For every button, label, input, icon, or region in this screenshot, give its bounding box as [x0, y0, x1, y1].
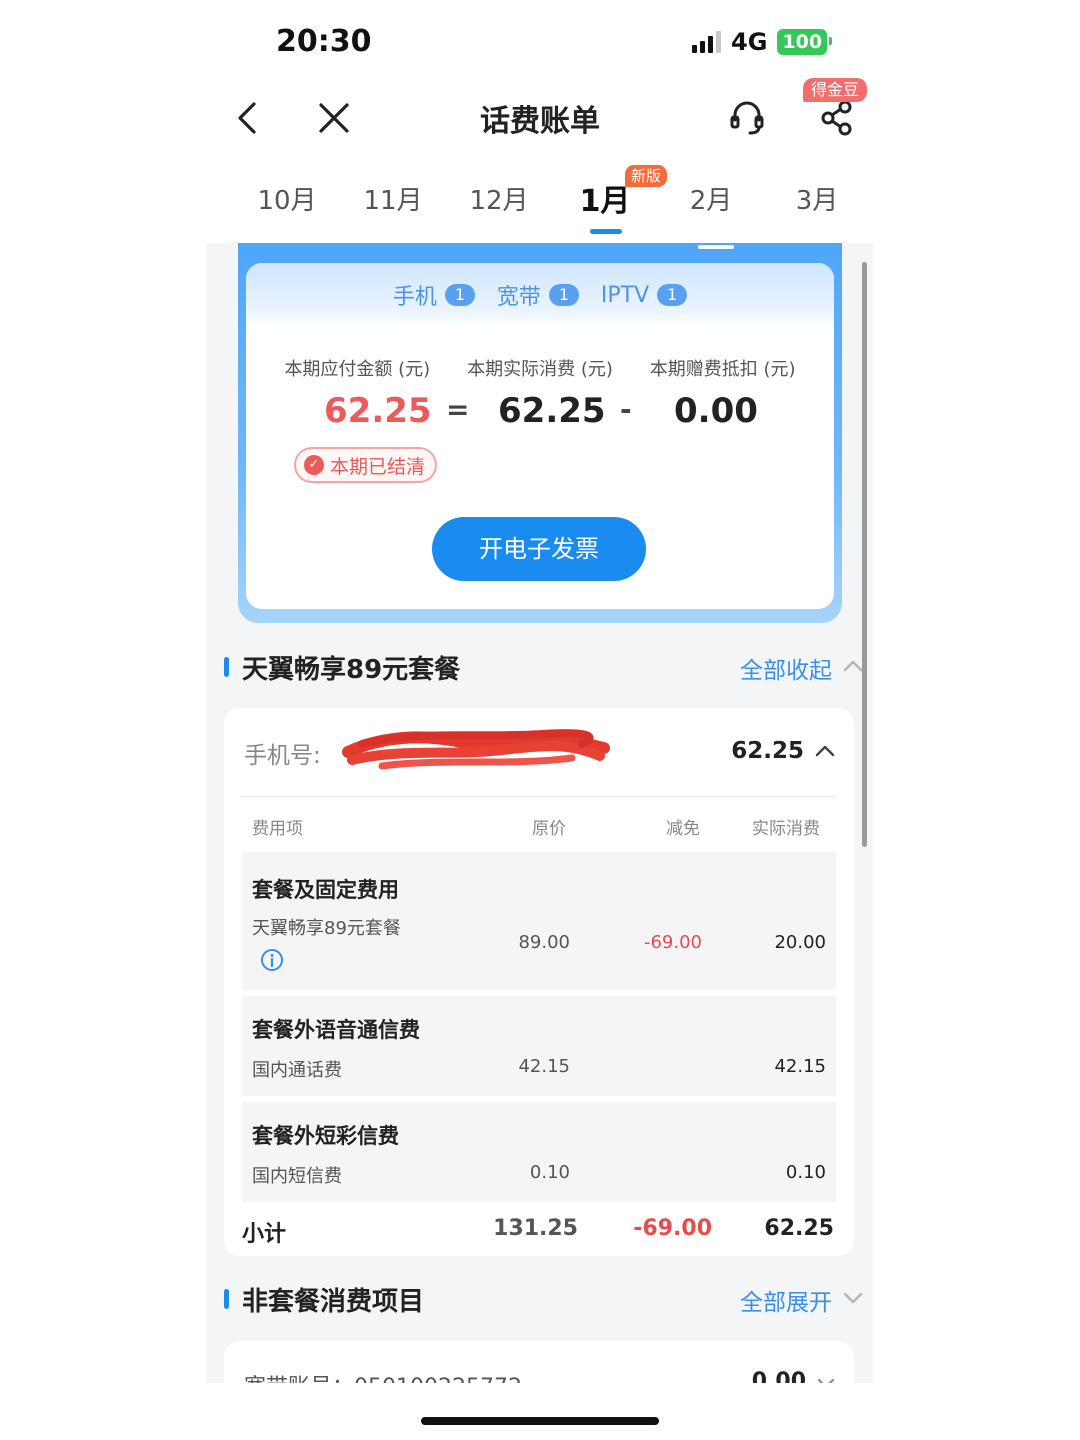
headset-icon[interactable] — [728, 98, 766, 136]
expand-all-link[interactable]: 全部展开 — [740, 1283, 832, 1317]
payable-label: 本期应付金额 (元) — [284, 359, 431, 380]
gift-amount: 0.00 — [674, 391, 758, 431]
network-type: 4G — [731, 28, 768, 56]
service-mobile[interactable]: 手机 1 — [393, 279, 475, 311]
summary-panel: 手机 1 宽带 1 IPTV 1 本期应付金额 (元) 本期实际消费 (元) 本… — [246, 263, 834, 609]
actual-amount: 62.25 — [498, 391, 606, 431]
subtotal-actual: 62.25 — [764, 1216, 834, 1241]
tab-february[interactable]: 2月 — [658, 180, 764, 217]
fee-title: 套餐外短彩信费 — [252, 1124, 399, 1148]
summary-card: 手机 1 宽带 1 IPTV 1 本期应付金额 (元) 本期实际消费 (元) 本… — [238, 243, 842, 623]
section-marker — [224, 657, 229, 677]
gold-bean-badge[interactable]: 得金豆 — [803, 78, 868, 102]
collapse-all-link[interactable]: 全部收起 — [740, 651, 832, 685]
home-indicator[interactable] — [421, 1417, 659, 1425]
scrollbar[interactable] — [862, 262, 867, 847]
chevron-down-icon[interactable] — [816, 1373, 836, 1383]
fee-original: 0.10 — [529, 1162, 570, 1183]
broadband-amount: 0.00 — [751, 1369, 806, 1383]
signal-icon — [692, 31, 721, 53]
service-count: 1 — [657, 284, 688, 306]
column-header-actual: 实际消费 — [752, 819, 820, 839]
service-label: 手机 — [392, 285, 437, 310]
back-icon[interactable] — [232, 98, 262, 138]
fee-actual: 42.15 — [774, 1056, 826, 1077]
status-indicators: 4G 100 — [692, 28, 832, 56]
bill-content: 手机 1 宽带 1 IPTV 1 本期应付金额 (元) 本期实际消费 (元) 本… — [206, 243, 873, 1383]
amount-row: 62.25 = 62.25 - 0.00 — [246, 391, 834, 441]
divider — [240, 796, 836, 797]
broadband-label: 宽带账号： — [244, 1375, 354, 1383]
chevron-up-icon[interactable] — [814, 740, 836, 762]
fee-subtitle: 国内短信费 — [252, 1166, 342, 1187]
section-marker — [224, 1289, 229, 1309]
service-broadband[interactable]: 宽带 1 — [497, 279, 579, 311]
close-icon[interactable] — [316, 100, 352, 136]
other-title: 非套餐消费项目 — [242, 1287, 425, 1317]
tab-december[interactable]: 12月 — [446, 180, 552, 217]
phone-number-label: 手机号: — [244, 743, 321, 769]
fee-row-package: 套餐及固定费用 天翼畅享89元套餐 89.00 -69.00 20.00 — [242, 852, 836, 990]
e-invoice-button[interactable]: 开电子发票 — [432, 517, 646, 581]
card-handle — [698, 245, 734, 249]
broadband-card[interactable]: 宽带账号：050100225772 0.00 — [224, 1341, 854, 1383]
status-time: 20:30 — [276, 24, 372, 59]
new-version-badge: 新版 — [625, 165, 668, 187]
fee-row-sms: 套餐外短彩信费 国内短信费 0.10 0.10 — [242, 1102, 836, 1202]
column-header-original: 原价 — [532, 819, 566, 839]
active-tab-indicator — [590, 229, 622, 234]
fee-title: 套餐外语音通信费 — [252, 1018, 420, 1042]
fee-discount: -69.00 — [643, 932, 702, 953]
package-title: 天翼畅享89元套餐 — [242, 655, 461, 685]
redacted-phone-number — [342, 729, 610, 770]
equals-sign: = — [446, 393, 470, 426]
info-icon[interactable] — [260, 948, 284, 972]
chevron-up-icon[interactable] — [842, 655, 864, 677]
column-header-discount: 减免 — [666, 819, 700, 839]
other-section-header: 非套餐消费项目 全部展开 — [224, 1281, 864, 1321]
month-tabs: 10月 11月 12月 1月 2月 3月 — [232, 180, 872, 240]
package-section-header: 天翼畅享89元套餐 全部收起 — [224, 649, 864, 689]
tab-march[interactable]: 3月 — [764, 180, 870, 217]
fee-subtitle: 天翼畅享89元套餐 — [252, 918, 401, 939]
subtotal-original: 131.25 — [493, 1216, 578, 1241]
share-icon[interactable] — [818, 98, 854, 136]
payable-amount: 62.25 — [324, 391, 432, 431]
tab-october[interactable]: 10月 — [234, 180, 340, 217]
chevron-down-icon[interactable] — [842, 1287, 864, 1309]
service-label: 宽带 — [496, 285, 541, 310]
fee-subtitle: 国内通话费 — [252, 1060, 342, 1081]
phone-amount: 62.25 — [731, 738, 804, 764]
broadband-account: 宽带账号：050100225772 — [244, 1369, 522, 1383]
column-header-item: 费用项 — [252, 819, 303, 839]
fee-row-voice: 套餐外语音通信费 国内通话费 42.15 42.15 — [242, 996, 836, 1096]
service-count: 1 — [548, 284, 579, 306]
service-label: IPTV — [600, 282, 650, 308]
service-count: 1 — [444, 284, 475, 306]
fee-title: 套餐及固定费用 — [252, 878, 399, 902]
check-icon: ✓ — [304, 455, 324, 475]
actual-label: 本期实际消费 (元) — [467, 359, 613, 380]
minus-sign: - — [620, 393, 632, 426]
subtotal-label: 小计 — [242, 1222, 287, 1247]
tab-november[interactable]: 11月 — [340, 180, 446, 217]
phone-bill-card: 手机号: 62.25 费用项 原价 减免 实际消费 套餐及固定费用 天翼畅享89… — [224, 708, 854, 1256]
service-tabs: 手机 1 宽带 1 IPTV 1 — [246, 263, 834, 327]
subtotal-discount: -69.00 — [633, 1216, 712, 1241]
settled-badge: ✓ 本期已结清 — [294, 447, 438, 483]
broadband-number: 050100225772 — [354, 1375, 522, 1383]
amount-labels: 本期应付金额 (元) 本期实际消费 (元) 本期赠费抵扣 (元) — [246, 355, 834, 381]
fee-actual: 20.00 — [774, 932, 826, 953]
fee-actual: 0.10 — [785, 1162, 826, 1183]
fee-original: 42.15 — [518, 1056, 570, 1077]
settled-text: 本期已结清 — [330, 455, 426, 478]
fee-original: 89.00 — [518, 932, 570, 953]
page-title: 话费账单 — [480, 104, 600, 139]
gift-label: 本期赠费抵扣 (元) — [649, 359, 796, 380]
service-iptv[interactable]: IPTV 1 — [600, 282, 688, 308]
battery-icon: 100 — [777, 29, 832, 55]
